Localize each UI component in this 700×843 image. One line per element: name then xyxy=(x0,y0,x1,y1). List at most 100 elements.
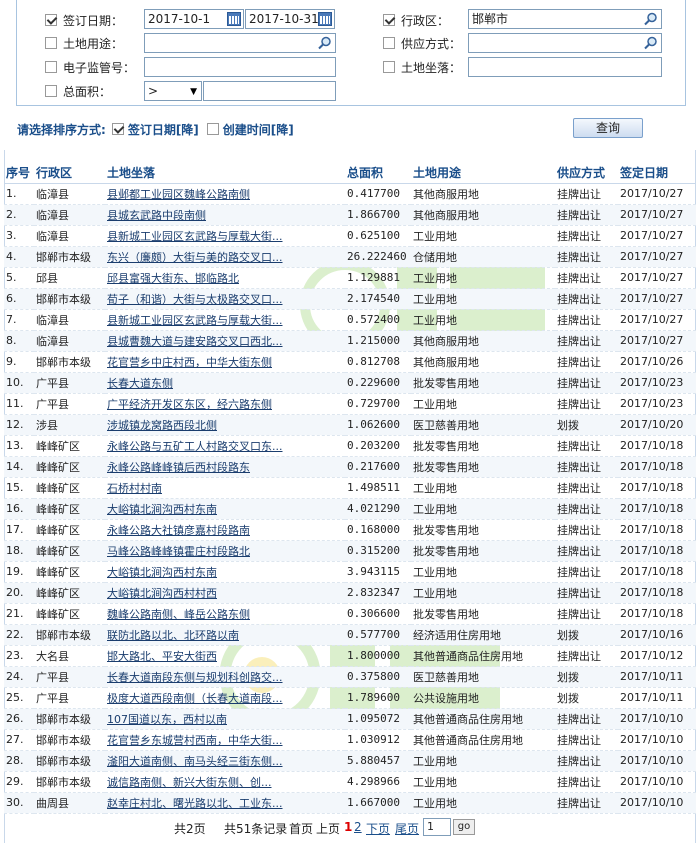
table-row[interactable]: 16. 峰峰矿区 大峪镇北涧沟西村东南 4.021290 工业用地 挂牌出让 2017/10… xyxy=(4,498,696,520)
district-checkbox[interactable] xyxy=(383,14,395,26)
table-row[interactable]: 4. 邯郸市本级 东兴（廉颇）大街与美的路交叉口... 26.222460 仓储用地 挂牌… xyxy=(4,246,696,268)
table-row[interactable]: 15. 峰峰矿区 石桥村村南 1.498511 工业用地 挂牌出让 2017/10/18 xyxy=(4,477,696,499)
calendar-icon[interactable] xyxy=(227,12,241,26)
table-row[interactable]: 24. 广平县 长春大道南段东侧与规划科创路交... 0.375800 医卫慈善用地 划拨… xyxy=(4,666,696,688)
table-row[interactable]: 19. 峰峰矿区 大峪镇北涧沟西村东南 3.943115 工业用地 挂牌出让 2017/10… xyxy=(4,561,696,583)
next-page-link[interactable]: 下页 xyxy=(366,820,390,837)
sort-sign-date-checkbox[interactable] xyxy=(111,123,124,135)
row-district: 临漳县 xyxy=(34,183,105,205)
row-location[interactable]: 永峰公路峰峰镇后西村段路东 xyxy=(105,456,345,478)
supervision-no-checkbox[interactable] xyxy=(45,61,57,73)
col-header-land-use[interactable]: 土地用途 xyxy=(411,162,555,184)
row-location[interactable]: 县城玄武路中段南侧 xyxy=(105,204,345,226)
total-area-operator-select[interactable]: > ▼ xyxy=(144,81,202,101)
table-row[interactable]: 26. 邯郸市本级 107国道以东，西村以南 1.095072 其他普通商品住房用地 挂牌… xyxy=(4,708,696,730)
table-row[interactable]: 12. 涉县 涉城镇龙窝路西段北侧 1.062600 医卫慈善用地 划拨 2017/10/2… xyxy=(4,414,696,436)
row-location[interactable]: 花官营乡中庄村西，中华大街东侧 xyxy=(105,351,345,373)
row-location[interactable]: 邱县富强大街东、邯临路北 xyxy=(105,267,345,289)
calendar-icon[interactable] xyxy=(318,12,332,26)
row-location[interactable]: 县城曹魏大道与建安路交叉口西北... xyxy=(105,330,345,352)
row-location[interactable]: 大峪镇北涧沟西村东南 xyxy=(105,561,345,583)
row-location[interactable]: 县新城工业园区玄武路与厚载大街... xyxy=(105,225,345,247)
row-location[interactable]: 石桥村村南 xyxy=(105,477,345,499)
land-location-input[interactable] xyxy=(468,57,662,77)
go-button[interactable]: go xyxy=(453,819,475,835)
col-header-supply-method[interactable]: 供应方式 xyxy=(555,162,618,184)
row-location[interactable]: 107国道以东，西村以南 xyxy=(105,708,345,730)
row-location[interactable]: 长春大道南段东侧与规划科创路交... xyxy=(105,666,345,688)
supply-method-checkbox[interactable] xyxy=(383,37,395,49)
row-location[interactable]: 花官营乡东城营村西南，中华大街... xyxy=(105,729,345,751)
total-area-input[interactable] xyxy=(203,81,336,101)
row-location[interactable]: 马峰公路峰峰镇霍庄村段路北 xyxy=(105,540,345,562)
col-header-district[interactable]: 行政区 xyxy=(34,162,105,184)
query-button[interactable]: 查询 xyxy=(573,118,643,138)
row-location[interactable]: 联防北路以北、北环路以南 xyxy=(105,624,345,646)
table-row[interactable]: 29. 邯郸市本级 诚信路南侧、新兴大街东侧、创... 4.298966 工业用地 挂牌出… xyxy=(4,771,696,793)
table-row[interactable]: 30. 曲周县 赵幸庄村北、曙光路以北、工业东... 1.667000 工业用地 挂牌出让… xyxy=(4,792,696,814)
col-header-index[interactable]: 序号 xyxy=(4,162,34,184)
table-row[interactable]: 25. 广平县 极度大道西段南侧（长春大道南段... 1.789600 公共设施用地 划拨… xyxy=(4,687,696,709)
table-row[interactable]: 20. 峰峰矿区 大峪镇北涧沟西村村西 2.832347 工业用地 挂牌出让 2017/10… xyxy=(4,582,696,604)
row-location[interactable]: 邯大路北、平安大街西 xyxy=(105,645,345,667)
row-location[interactable]: 涉城镇龙窝路西段北侧 xyxy=(105,414,345,436)
sort-create-time-checkbox[interactable] xyxy=(206,123,219,135)
table-row[interactable]: 1. 临漳县 县邺都工业园区魏峰公路南侧 0.417700 其他商服用地 挂牌出让 2017… xyxy=(4,183,696,205)
search-icon[interactable] xyxy=(644,36,658,50)
table-row[interactable]: 5. 邱县 邱县富强大街东、邯临路北 1.129881 工业用地 挂牌出让 2017/10/… xyxy=(4,267,696,289)
total-area-checkbox[interactable] xyxy=(45,85,57,97)
table-row[interactable]: 2. 临漳县 县城玄武路中段南侧 1.866700 其他商服用地 挂牌出让 2017/10/… xyxy=(4,204,696,226)
row-location[interactable]: 东兴（廉颇）大街与美的路交叉口... xyxy=(105,246,345,268)
table-row[interactable]: 17. 峰峰矿区 永峰公路大社镇彦嘉村段路南 0.168000 批发零售用地 挂牌出让 20… xyxy=(4,519,696,541)
page-jump-input[interactable]: 1 xyxy=(423,818,451,836)
sign-date-checkbox[interactable] xyxy=(45,14,57,26)
table-row[interactable]: 13. 峰峰矿区 永峰公路与五矿工人村路交叉口东... 0.203200 批发零售用地挂… xyxy=(4,435,696,457)
row-location[interactable]: 极度大道西段南侧（长春大道南段... xyxy=(105,687,345,709)
table-row[interactable]: 7. 临漳县 县新城工业园区玄武路与厚载大街... 0.572400 工业用地 挂牌出让 2… xyxy=(4,309,696,331)
col-header-location[interactable]: 土地坐落 xyxy=(105,162,345,184)
table-row[interactable]: 8. 临漳县 县城曹魏大道与建安路交叉口西北... 1.215000 其他商服用地 挂牌出… xyxy=(4,330,696,352)
table-row[interactable]: 14. 峰峰矿区 永峰公路峰峰镇后西村段路东 0.217600 批发零售用地 挂牌出让 20… xyxy=(4,456,696,478)
search-icon[interactable] xyxy=(644,12,658,26)
table-row[interactable]: 28. 邯郸市本级 滏阳大道南侧、南马头经三街东侧... 5.880457 工业用地 挂牌… xyxy=(4,750,696,772)
table-row[interactable]: 10. 广平县 长春大道东侧 0.229600 批发零售用地 挂牌出让 2017/10/23 xyxy=(4,372,696,394)
land-location-checkbox[interactable] xyxy=(383,61,395,73)
col-header-area[interactable]: 总面积 xyxy=(345,162,411,184)
row-location[interactable]: 县新城工业园区玄武路与厚载大街... xyxy=(105,309,345,331)
sort-sign-date-label[interactable]: 签订日期[降] xyxy=(128,121,199,138)
sort-create-time-label[interactable]: 创建时间[降] xyxy=(223,121,294,138)
table-row[interactable]: 18. 峰峰矿区 马峰公路峰峰镇霍庄村段路北 0.315200 批发零售用地 挂牌出让 20… xyxy=(4,540,696,562)
table-row[interactable]: 3. 临漳县 县新城工业园区玄武路与厚载大街... 0.625100 工业用地 挂牌出让 2… xyxy=(4,225,696,247)
col-header-sign-date[interactable]: 签定日期 xyxy=(618,162,696,184)
sign-date-from-input[interactable]: 2017-10-1 xyxy=(144,9,244,29)
district-input[interactable]: 邯郸市 xyxy=(468,9,662,29)
row-location[interactable]: 诚信路南侧、新兴大街东侧、创... xyxy=(105,771,345,793)
last-page-link[interactable]: 尾页 xyxy=(395,820,419,837)
row-location[interactable]: 永峰公路大社镇彦嘉村段路南 xyxy=(105,519,345,541)
supply-method-input[interactable] xyxy=(468,33,662,53)
page-2-link[interactable]: 2 xyxy=(354,820,362,834)
table-row[interactable]: 6. 邯郸市本级 荀子（和谐）大街与太极路交叉口... 2.174540 工业用地 挂牌出… xyxy=(4,288,696,310)
row-location[interactable]: 荀子（和谐）大街与太极路交叉口... xyxy=(105,288,345,310)
row-location[interactable]: 大峪镇北涧沟西村东南 xyxy=(105,498,345,520)
row-location[interactable]: 长春大道东侧 xyxy=(105,372,345,394)
row-location[interactable]: 永峰公路与五矿工人村路交叉口东... xyxy=(105,435,345,457)
table-row[interactable]: 11. 广平县 广平经济开发区东区，经六路东侧 0.729700 工业用地 挂牌出让 201… xyxy=(4,393,696,415)
land-use-input[interactable] xyxy=(144,33,336,53)
table-row[interactable]: 23. 大名县 邯大路北、平安大街西 1.800000 其他普通商品住房用地 挂牌出让 20… xyxy=(4,645,696,667)
table-row[interactable]: 27. 邯郸市本级 花官营乡东城营村西南，中华大街... 1.030912 其他普通商品… xyxy=(4,729,696,751)
row-location[interactable]: 广平经济开发区东区，经六路东侧 xyxy=(105,393,345,415)
table-row[interactable]: 9. 邯郸市本级 花官营乡中庄村西，中华大街东侧 0.812708 其他商服用地 挂牌出让… xyxy=(4,351,696,373)
row-location[interactable]: 县邺都工业园区魏峰公路南侧 xyxy=(105,183,345,205)
row-location[interactable]: 赵幸庄村北、曙光路以北、工业东... xyxy=(105,792,345,814)
supervision-no-input[interactable] xyxy=(144,57,336,77)
table-row[interactable]: 22. 邯郸市本级 联防北路以北、北环路以南 0.577700 经济适用住房用地 划拨 20… xyxy=(4,624,696,646)
row-location[interactable]: 滏阳大道南侧、南马头经三街东侧... xyxy=(105,750,345,772)
search-icon[interactable] xyxy=(318,36,332,50)
row-location[interactable]: 魏峰公路南侧、峰岳公路东侧 xyxy=(105,603,345,625)
land-use-checkbox[interactable] xyxy=(45,37,57,49)
row-location[interactable]: 大峪镇北涧沟西村村西 xyxy=(105,582,345,604)
table-row[interactable]: 21. 峰峰矿区 魏峰公路南侧、峰岳公路东侧 0.306600 批发零售用地 挂牌出让 20… xyxy=(4,603,696,625)
sign-date-to-input[interactable]: 2017-10-31 xyxy=(245,9,335,29)
row-land-use: 工业用地 xyxy=(411,792,555,814)
